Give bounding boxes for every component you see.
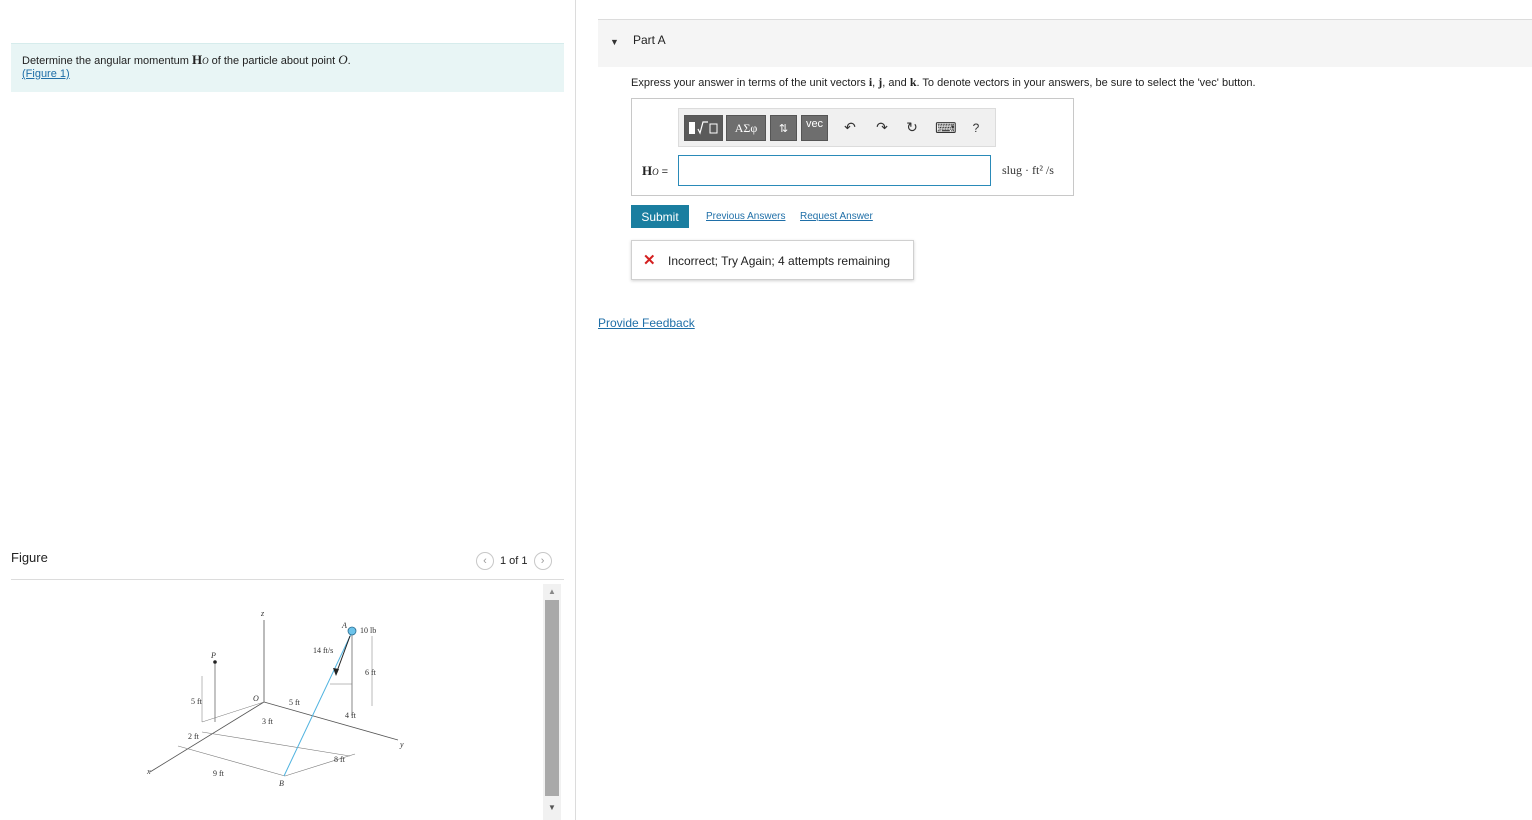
- answer-instructions: Express your answer in terms of the unit…: [631, 75, 1256, 90]
- prev-figure-button[interactable]: ‹: [476, 552, 494, 570]
- figure-page-indicator: 1 of 1: [500, 555, 528, 567]
- label-3ft: 3 ft: [262, 717, 274, 726]
- answer-units: slug · ft² /s: [1002, 163, 1054, 177]
- label-9ft: 9 ft: [213, 769, 225, 778]
- instructions-text-2: . To denote vectors in your answers, be …: [916, 77, 1256, 89]
- answer-label: HO =: [642, 163, 668, 179]
- part-a-header[interactable]: ▼ Part A: [598, 19, 1532, 67]
- equals-sign: =: [658, 166, 669, 178]
- particle-a: [347, 626, 357, 636]
- scroll-up-arrow-icon[interactable]: ▲: [543, 584, 561, 598]
- h-symbol: H: [191, 52, 203, 67]
- figure-divider: [11, 579, 564, 580]
- label-force: 10 lb: [360, 626, 376, 635]
- figure-scrollbar[interactable]: ▲ ▼: [543, 584, 561, 820]
- ground-edge: [177, 745, 286, 777]
- x-axis: [149, 701, 265, 773]
- redo-icon[interactable]: ↷: [873, 119, 891, 136]
- label-5ft-left: 5 ft: [191, 697, 203, 706]
- greek-symbols-button[interactable]: ΑΣφ: [726, 115, 766, 141]
- velocity-arrow: [335, 635, 351, 675]
- submit-button[interactable]: Submit: [631, 205, 689, 228]
- separator: , and: [882, 77, 910, 89]
- problem-statement: Determine the angular momentum H O of the…: [11, 43, 564, 92]
- point-symbol: O: [338, 52, 348, 67]
- reset-icon[interactable]: ↻: [903, 119, 921, 136]
- label-x: x: [146, 767, 151, 776]
- help-icon[interactable]: ?: [967, 121, 985, 135]
- label-2ft: 2 ft: [188, 732, 200, 741]
- answer-box: ΑΣφ ⇅ vec ↶ ↷ ↻ ⌨ ? HO = slug · ft² /s: [631, 98, 1074, 196]
- chevron-left-icon: ‹: [483, 555, 487, 567]
- label-6ft: 6 ft: [365, 668, 377, 677]
- figure-link[interactable]: (Figure 1): [22, 68, 70, 80]
- label-y: y: [399, 740, 404, 749]
- scroll-down-arrow-icon[interactable]: ▼: [543, 800, 561, 814]
- figure-navigation: ‹ 1 of 1 ›: [476, 552, 552, 570]
- answer-input[interactable]: [678, 155, 991, 186]
- label-z: z: [260, 609, 265, 618]
- label-p: P: [210, 651, 216, 660]
- figure-diagram: z A 10 lb 14 ft/s P 6 ft O 5 ft 5 ft 4 f…: [146, 609, 404, 788]
- arrow-head: [333, 668, 339, 676]
- previous-answers-link[interactable]: Previous Answers: [706, 211, 785, 222]
- label-b: B: [279, 779, 284, 788]
- figure-title: Figure: [11, 550, 48, 565]
- keyboard-icon[interactable]: ⌨: [935, 119, 957, 137]
- caret-down-icon: ▼: [610, 37, 619, 47]
- chevron-right-icon: ›: [540, 555, 545, 567]
- answer-symbol: H: [642, 163, 653, 178]
- instructions-text: Express your answer in terms of the unit…: [631, 77, 869, 89]
- templates-icon: [688, 121, 717, 135]
- problem-text-2: of the particle about point: [208, 55, 339, 67]
- left-panel: Determine the angular momentum H O of the…: [0, 0, 575, 820]
- feedback-text: Incorrect; Try Again; 4 attempts remaini…: [668, 254, 891, 268]
- ground-edge: [201, 731, 351, 757]
- unit-k: k: [909, 75, 917, 89]
- request-answer-link[interactable]: Request Answer: [800, 211, 873, 222]
- provide-feedback-link[interactable]: Provide Feedback: [598, 316, 695, 330]
- label-velocity: 14 ft/s: [313, 646, 333, 655]
- next-figure-button[interactable]: ›: [533, 552, 552, 570]
- scroll-thumb[interactable]: [545, 600, 559, 796]
- period: .: [347, 55, 351, 67]
- incorrect-x-icon: ✕: [643, 252, 656, 269]
- problem-text: Determine the angular momentum: [22, 55, 192, 67]
- point-p: [213, 660, 217, 664]
- arrows-button[interactable]: ⇅: [770, 115, 797, 141]
- dimension-line: [201, 701, 265, 723]
- label-4ft: 4 ft: [345, 711, 357, 720]
- feedback-message: ✕ Incorrect; Try Again; 4 attempts remai…: [631, 240, 914, 280]
- panel-divider: [575, 0, 576, 820]
- label-o: O: [253, 694, 259, 703]
- y-axis: [263, 701, 399, 741]
- label-8ft: 8 ft: [334, 755, 346, 764]
- templates-button[interactable]: [684, 115, 723, 141]
- vec-button[interactable]: vec: [801, 115, 828, 141]
- label-a: A: [341, 621, 347, 630]
- undo-icon[interactable]: ↶: [841, 119, 859, 136]
- part-title: Part A: [633, 33, 666, 47]
- label-5ft: 5 ft: [289, 698, 301, 707]
- math-toolbar: ΑΣφ ⇅ vec ↶ ↷ ↻ ⌨ ?: [678, 108, 996, 147]
